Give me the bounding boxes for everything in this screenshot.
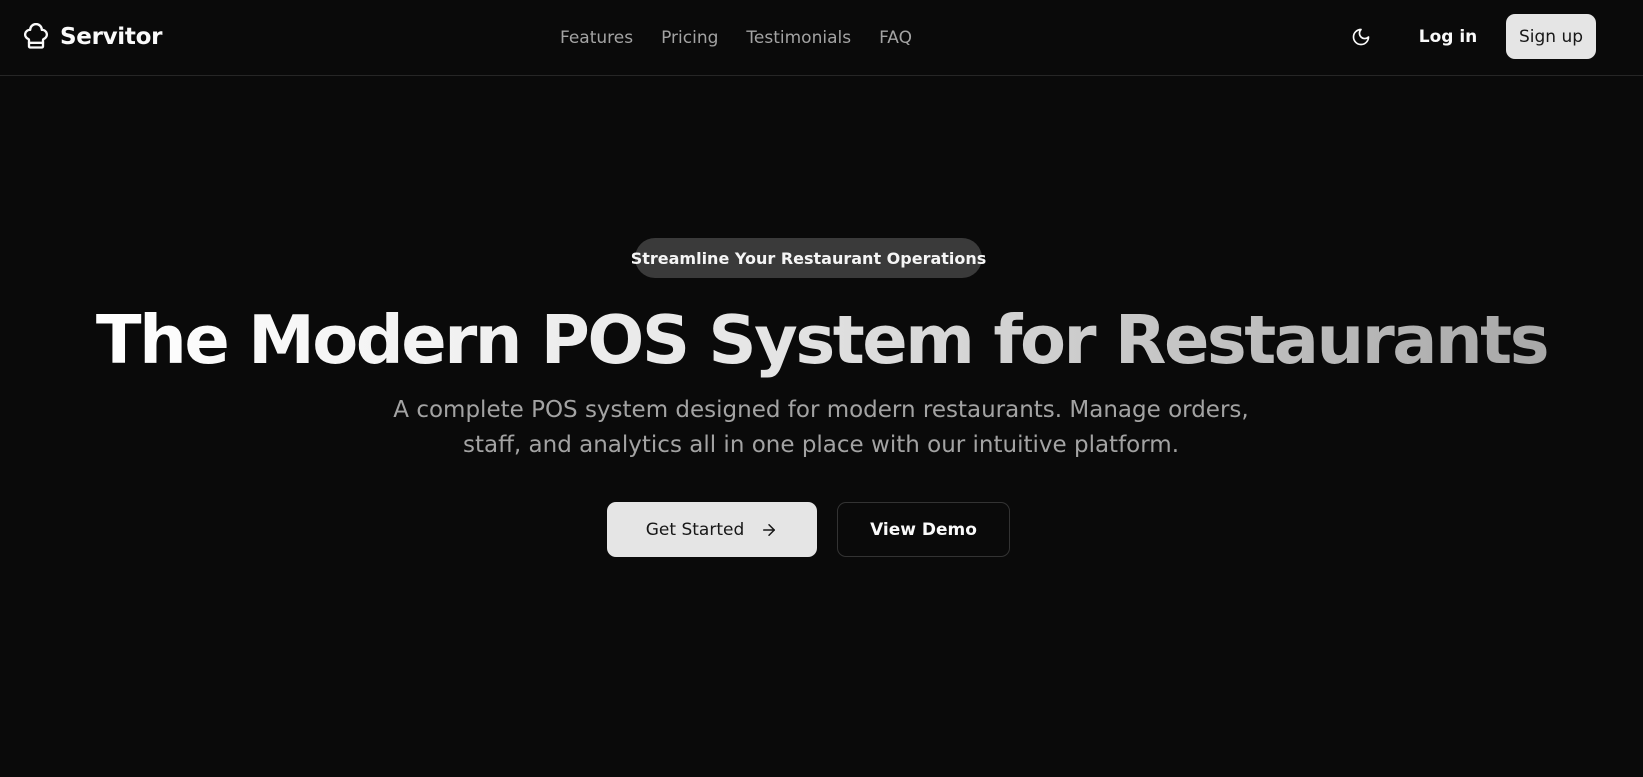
- moon-icon: [1351, 27, 1371, 47]
- arrow-right-icon: [760, 521, 778, 539]
- hero-badge: Streamline Your Restaurant Operations: [631, 238, 986, 278]
- main-nav: Features Pricing Testimonials FAQ: [560, 24, 912, 52]
- brand-logo-link[interactable]: Servitor: [22, 22, 162, 52]
- nav-link-testimonials[interactable]: Testimonials: [746, 28, 851, 48]
- chef-hat-icon: [22, 23, 50, 51]
- get-started-button[interactable]: Get Started: [607, 502, 817, 557]
- hero-title: The Modern POS System for Restaurants: [0, 290, 1643, 390]
- hero-subtitle-line-1: A complete POS system designed for moder…: [393, 397, 1249, 423]
- site-header: Servitor Features Pricing Testimonials F…: [0, 0, 1643, 76]
- view-demo-button[interactable]: View Demo: [837, 502, 1010, 557]
- login-button[interactable]: Log in: [1406, 16, 1490, 58]
- landing-page: Servitor Features Pricing Testimonials F…: [0, 0, 1643, 777]
- nav-link-faq[interactable]: FAQ: [879, 28, 912, 48]
- get-started-label: Get Started: [645, 519, 745, 540]
- nav-link-pricing[interactable]: Pricing: [661, 28, 718, 48]
- hero-subtitle: A complete POS system designed for moder…: [371, 393, 1271, 463]
- theme-toggle-button[interactable]: [1348, 22, 1374, 52]
- brand-name: Servitor: [60, 24, 163, 50]
- hero-subtitle-line-2: staff, and analytics all in one place wi…: [462, 432, 1180, 458]
- hero-title-text: The Modern POS System for Restaurants: [95, 301, 1550, 379]
- nav-link-features[interactable]: Features: [560, 28, 633, 48]
- signup-button[interactable]: Sign up: [1506, 14, 1596, 59]
